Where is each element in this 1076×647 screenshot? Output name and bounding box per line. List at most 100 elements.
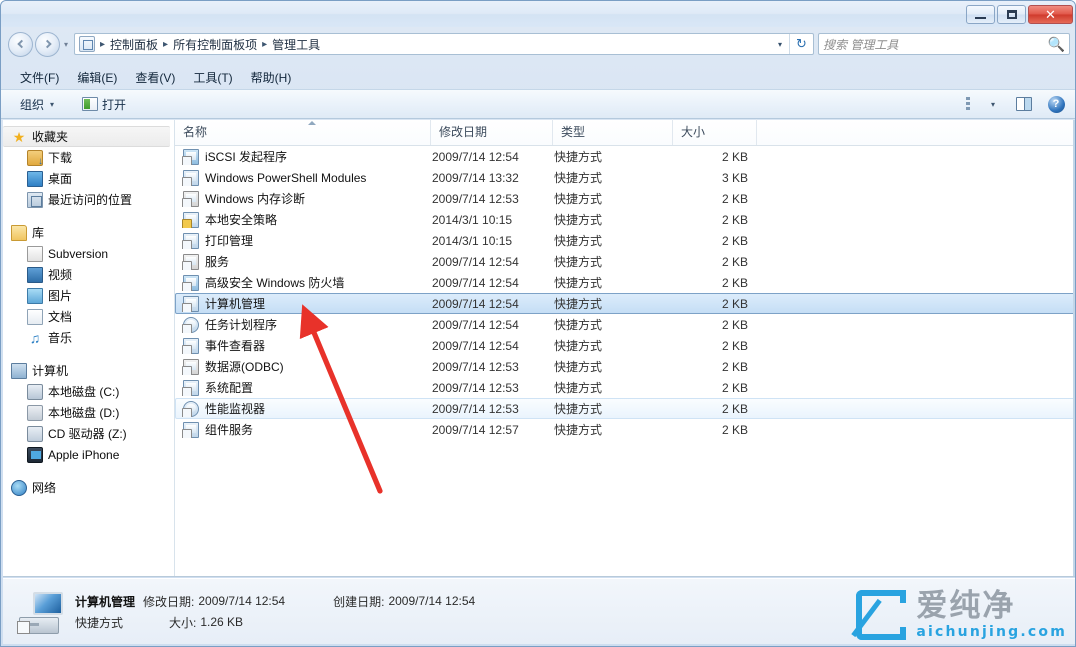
- file-name-cell: 任务计划程序: [176, 316, 432, 333]
- search-icon: 🔍: [1048, 36, 1065, 53]
- file-name-label: 打印管理: [205, 232, 253, 249]
- file-type-cell: 快捷方式: [554, 190, 674, 207]
- file-size-cell: 2 KB: [674, 402, 758, 416]
- nav-item-drive-c[interactable]: 本地磁盘 (C:): [3, 381, 174, 402]
- nav-item-drive-d[interactable]: 本地磁盘 (D:): [3, 402, 174, 423]
- nav-item-desktop[interactable]: 桌面: [3, 168, 174, 189]
- details-size-value: 1.26 KB: [200, 615, 243, 629]
- nav-root-favorites[interactable]: ★ 收藏夹: [3, 126, 170, 147]
- file-row[interactable]: Windows 内存诊断2009/7/14 12:53快捷方式2 KB: [175, 188, 1075, 209]
- file-row[interactable]: Windows PowerShell Modules2009/7/14 13:3…: [175, 167, 1075, 188]
- file-row[interactable]: 事件查看器2009/7/14 12:54快捷方式2 KB: [175, 335, 1075, 356]
- watermark-cn-text: 爱纯净: [916, 591, 1067, 622]
- close-button[interactable]: ✕: [1028, 5, 1073, 24]
- shortcut-msconfig-icon: [183, 380, 199, 396]
- search-box[interactable]: 搜索 管理工具 🔍: [818, 33, 1070, 55]
- preview-pane-button[interactable]: [1013, 93, 1035, 115]
- file-row[interactable]: 数据源(ODBC)2009/7/14 12:53快捷方式2 KB: [175, 356, 1075, 377]
- nav-label: 图片: [48, 287, 72, 304]
- shortcut-globe-icon: [183, 149, 199, 165]
- menu-tools[interactable]: 工具(T): [184, 67, 241, 88]
- file-row[interactable]: 系统配置2009/7/14 12:53快捷方式2 KB: [175, 377, 1075, 398]
- nav-label: Subversion: [48, 247, 108, 261]
- nav-item-recent-places[interactable]: 最近访问的位置: [3, 189, 174, 210]
- column-header-type[interactable]: 类型: [553, 119, 673, 145]
- shortcut-dcom-icon: [183, 422, 199, 438]
- nav-label: 文档: [48, 308, 72, 325]
- file-row[interactable]: 任务计划程序2009/7/14 12:54快捷方式2 KB: [175, 314, 1075, 335]
- breadcrumb-item-control-panel[interactable]: 控制面板: [107, 36, 161, 53]
- chevron-down-icon[interactable]: ▾: [991, 100, 995, 109]
- nav-label: 收藏夹: [32, 128, 68, 145]
- file-row[interactable]: 性能监视器2009/7/14 12:53快捷方式2 KB: [175, 398, 1075, 419]
- file-row[interactable]: 组件服务2009/7/14 12:57快捷方式2 KB: [175, 419, 1075, 440]
- file-name-cell: 计算机管理: [176, 295, 432, 312]
- file-date-cell: 2014/3/1 10:15: [432, 213, 554, 227]
- shortcut-eventlog-icon: [183, 338, 199, 354]
- file-row[interactable]: 本地安全策略2014/3/1 10:15快捷方式2 KB: [175, 209, 1075, 230]
- refresh-icon[interactable]: ↻: [789, 34, 813, 54]
- nav-root-network[interactable]: 网络: [3, 477, 174, 498]
- nav-spacer: [3, 348, 174, 360]
- file-size-cell: 2 KB: [674, 381, 758, 395]
- nav-item-music[interactable]: ♫ 音乐: [3, 327, 174, 348]
- file-row[interactable]: 打印管理2014/3/1 10:15快捷方式2 KB: [175, 230, 1075, 251]
- nav-item-documents[interactable]: 文档: [3, 306, 174, 327]
- search-input[interactable]: 搜索 管理工具: [823, 36, 1048, 53]
- file-type-cell: 快捷方式: [554, 379, 674, 396]
- column-header-size[interactable]: 大小: [673, 119, 757, 145]
- nav-item-downloads[interactable]: 下载: [3, 147, 174, 168]
- column-header-name[interactable]: 名称: [175, 119, 431, 145]
- title-bar: ✕: [1, 1, 1076, 27]
- open-label: 打开: [102, 96, 126, 113]
- file-type-cell: 快捷方式: [554, 358, 674, 375]
- file-type-cell: 快捷方式: [554, 232, 674, 249]
- change-view-button[interactable]: [963, 93, 985, 115]
- file-name-label: 任务计划程序: [205, 316, 277, 333]
- maximize-button[interactable]: [997, 5, 1026, 24]
- menu-edit[interactable]: 编辑(E): [68, 67, 126, 88]
- file-date-cell: 2009/7/14 13:32: [432, 171, 554, 185]
- chevron-down-icon[interactable]: ▾: [771, 34, 789, 54]
- minimize-button[interactable]: [966, 5, 995, 24]
- back-button[interactable]: [8, 32, 33, 57]
- menu-help[interactable]: 帮助(H): [242, 67, 301, 88]
- forward-button[interactable]: [35, 32, 60, 57]
- nav-root-libraries[interactable]: 库: [3, 222, 174, 243]
- file-row[interactable]: 高级安全 Windows 防火墙2009/7/14 12:54快捷方式2 KB: [175, 272, 1075, 293]
- history-dropdown-icon[interactable]: ▾: [60, 32, 72, 57]
- file-list-pane[interactable]: 名称 修改日期 类型 大小 iSCSI 发起程序2009/7/14 12:54快…: [175, 120, 1075, 576]
- file-date-cell: 2009/7/14 12:53: [432, 381, 554, 395]
- nav-item-cd-drive[interactable]: CD 驱动器 (Z:): [3, 423, 174, 444]
- navigation-pane[interactable]: ★ 收藏夹 下载 桌面 最近访问的位置 库: [3, 120, 175, 576]
- nav-item-videos[interactable]: 视频: [3, 264, 174, 285]
- nav-label: 网络: [32, 479, 56, 496]
- file-name-label: 组件服务: [205, 421, 253, 438]
- help-button[interactable]: ?: [1045, 93, 1067, 115]
- breadcrumb[interactable]: ▸ 控制面板 ▸ 所有控制面板项 ▸ 管理工具 ▾ ↻: [74, 33, 814, 55]
- column-header-date[interactable]: 修改日期: [431, 119, 553, 145]
- open-button[interactable]: 打开: [75, 93, 133, 116]
- file-type-cell: 快捷方式: [554, 295, 674, 312]
- file-row[interactable]: 服务2009/7/14 12:54快捷方式2 KB: [175, 251, 1075, 272]
- nav-label: 本地磁盘 (C:): [48, 383, 119, 400]
- watermark: 爱纯净 aichunjing.com: [856, 590, 1067, 640]
- breadcrumb-item-all-items[interactable]: 所有控制面板项: [170, 36, 260, 53]
- file-row[interactable]: 计算机管理2009/7/14 12:54快捷方式2 KB: [175, 293, 1075, 314]
- nav-root-computer[interactable]: 计算机: [3, 360, 174, 381]
- nav-item-subversion[interactable]: Subversion: [3, 243, 174, 264]
- nav-item-pictures[interactable]: 图片: [3, 285, 174, 306]
- nav-item-apple-iphone[interactable]: Apple iPhone: [3, 444, 174, 465]
- organize-button[interactable]: 组织 ▾: [13, 93, 61, 116]
- aichunjing-logo-icon: [856, 590, 906, 640]
- file-type-cell: 快捷方式: [554, 400, 674, 417]
- vertical-scrollbar[interactable]: [1073, 120, 1075, 576]
- menu-view[interactable]: 查看(V): [126, 67, 184, 88]
- file-list[interactable]: iSCSI 发起程序2009/7/14 12:54快捷方式2 KBWindows…: [175, 146, 1075, 440]
- file-row[interactable]: iSCSI 发起程序2009/7/14 12:54快捷方式2 KB: [175, 146, 1075, 167]
- recent-places-icon: [27, 192, 43, 208]
- file-type-cell: 快捷方式: [554, 253, 674, 270]
- menu-file[interactable]: 文件(F): [11, 67, 68, 88]
- breadcrumb-item-admin-tools[interactable]: 管理工具: [269, 36, 323, 53]
- file-size-cell: 2 KB: [674, 192, 758, 206]
